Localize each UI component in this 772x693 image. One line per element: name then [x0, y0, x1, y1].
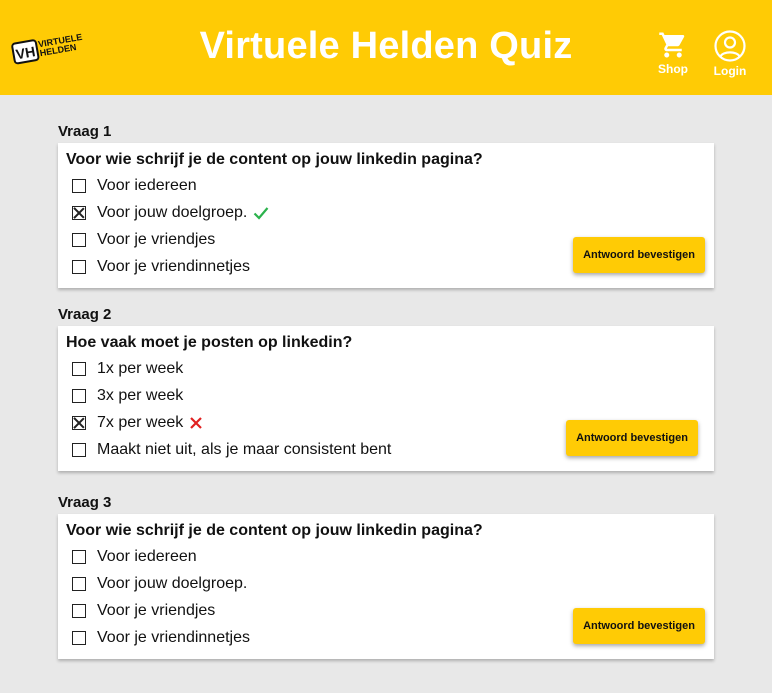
- header: VH VIRTUELE HELDEN Virtuele Helden Quiz …: [0, 0, 772, 95]
- option-label: Voor jouw doelgroep.: [97, 575, 248, 592]
- nav-login-label: Login: [713, 64, 747, 78]
- checkbox[interactable]: [72, 179, 86, 193]
- user-icon: [714, 30, 746, 62]
- question-3-option-2[interactable]: Voor jouw doelgroep.: [72, 574, 247, 594]
- question-1-option-3[interactable]: Voor je vriendjes: [72, 230, 215, 250]
- option-label: Voor iedereen: [97, 548, 197, 565]
- option-label: Voor iedereen: [97, 177, 197, 194]
- cart-icon: [659, 32, 685, 58]
- question-1-text: Voor wie schrijf je de content op jouw l…: [66, 151, 483, 168]
- question-2-card: Hoe vaak moet je posten op linkedin? 1x …: [58, 326, 714, 471]
- checkbox[interactable]: [72, 550, 86, 564]
- nav-shop[interactable]: Shop: [649, 30, 697, 76]
- nav-shop-label: Shop: [658, 62, 688, 76]
- option-label: 1x per week: [97, 360, 184, 377]
- question-1-option-2[interactable]: Voor jouw doelgroep.: [72, 203, 269, 223]
- option-label: Voor je vriendinnetjes: [97, 258, 250, 275]
- option-label: Voor je vriendinnetjes: [97, 629, 250, 646]
- question-3-text: Voor wie schrijf je de content op jouw l…: [66, 522, 483, 539]
- checkbox[interactable]: [72, 604, 86, 618]
- question-1-card: Voor wie schrijf je de content op jouw l…: [58, 143, 714, 288]
- checkbox[interactable]: [72, 260, 86, 274]
- question-2-option-4[interactable]: Maakt niet uit, als je maar consistent b…: [72, 440, 391, 460]
- confirm-answer-button[interactable]: Antwoord bevestigen: [566, 420, 698, 456]
- question-3-label: Vraag 3: [58, 494, 112, 511]
- checkmark-icon: [254, 207, 269, 220]
- question-1-option-4[interactable]: Voor je vriendinnetjes: [72, 257, 250, 277]
- question-3-option-4[interactable]: Voor je vriendinnetjes: [72, 628, 250, 648]
- question-1-option-1[interactable]: Voor iedereen: [72, 176, 197, 196]
- question-3-card: Voor wie schrijf je de content op jouw l…: [58, 514, 714, 659]
- question-2-option-2[interactable]: 3x per week: [72, 386, 183, 406]
- option-label: Voor je vriendjes: [97, 602, 216, 619]
- checkbox[interactable]: [72, 233, 86, 247]
- checkbox[interactable]: [72, 631, 86, 645]
- question-2-text: Hoe vaak moet je posten op linkedin?: [66, 334, 353, 351]
- checkbox[interactable]: [72, 443, 86, 457]
- question-3-option-1[interactable]: Voor iedereen: [72, 547, 197, 567]
- question-1-label: Vraag 1: [58, 123, 112, 140]
- question-2-option-3[interactable]: 7x per week: [72, 413, 203, 433]
- question-2-option-1[interactable]: 1x per week: [72, 359, 183, 379]
- option-label: Voor je vriendjes: [97, 231, 216, 248]
- option-label: 3x per week: [97, 387, 184, 404]
- checkbox[interactable]: [72, 577, 86, 591]
- option-label: Maakt niet uit, als je maar consistent b…: [97, 441, 392, 458]
- question-2-label: Vraag 2: [58, 306, 112, 323]
- checkbox-checked[interactable]: [72, 206, 86, 220]
- checkbox[interactable]: [72, 389, 86, 403]
- checkbox[interactable]: [72, 362, 86, 376]
- nav-login[interactable]: Login: [706, 30, 754, 78]
- confirm-answer-button[interactable]: Antwoord bevestigen: [573, 608, 705, 644]
- confirm-answer-button[interactable]: Antwoord bevestigen: [573, 237, 705, 273]
- option-label: 7x per week: [97, 414, 184, 431]
- question-3-option-3[interactable]: Voor je vriendjes: [72, 601, 215, 621]
- option-label: Voor jouw doelgroep.: [97, 204, 248, 221]
- checkbox-checked[interactable]: [72, 416, 86, 430]
- cross-icon: [190, 417, 203, 429]
